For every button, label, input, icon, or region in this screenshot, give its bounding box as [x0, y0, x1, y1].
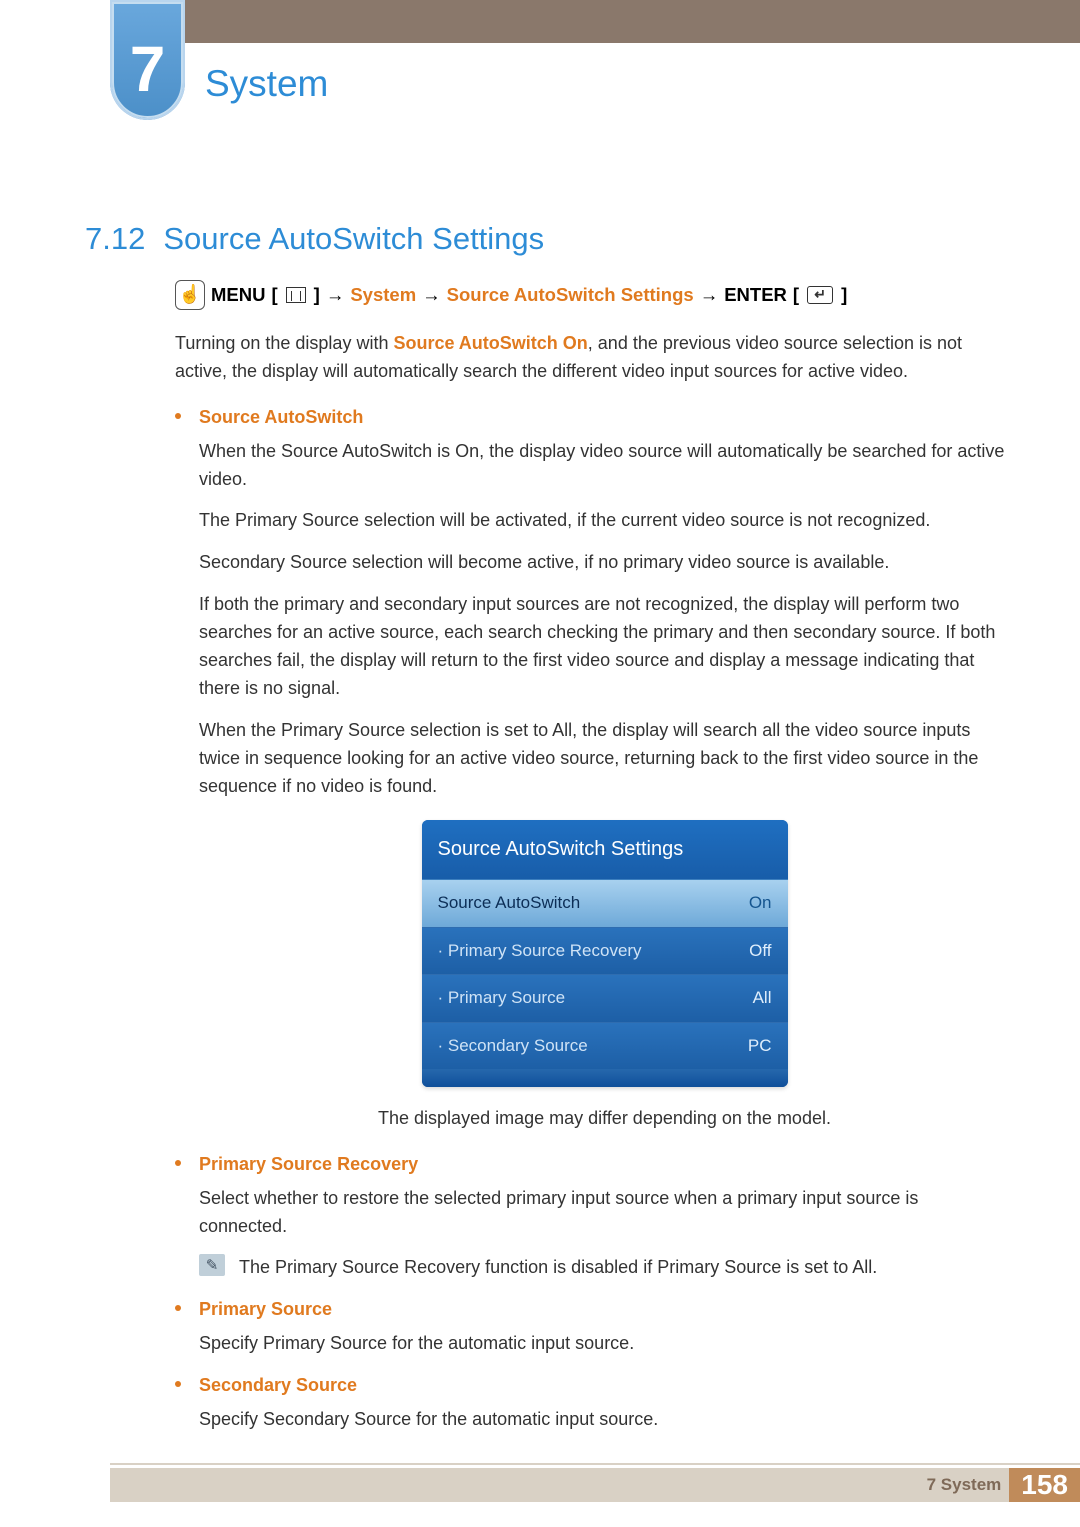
osd-row-primary-recovery[interactable]: Primary Source Recovery Off — [422, 927, 788, 974]
enter-icon: ↵ — [807, 286, 833, 304]
footer: 7 System 158 — [110, 1463, 1080, 1502]
bullet-primary-recovery: Primary Source Recovery Select whether t… — [175, 1151, 1010, 1283]
osd-title: Source AutoSwitch Settings — [422, 820, 788, 880]
intro-paragraph: Turning on the display with Source AutoS… — [175, 330, 1010, 386]
chapter-tab: 7 — [110, 0, 185, 120]
note-icon: ✎ — [199, 1254, 225, 1276]
menu-label: MENU — [211, 281, 265, 310]
nav-system: System — [350, 281, 416, 310]
bullet-primary-source: Primary Source Specify Primary Source fo… — [175, 1296, 1010, 1358]
chapter-number: 7 — [130, 20, 166, 119]
osd-row-secondary-source[interactable]: Secondary Source PC — [422, 1022, 788, 1069]
chapter-title: System — [205, 55, 328, 112]
enter-label: ENTER — [724, 281, 787, 310]
manual-page: 7 System 7.12 Source AutoSwitch Settings … — [0, 0, 1080, 1527]
osd-row-source-autoswitch[interactable]: Source AutoSwitch On — [422, 880, 788, 926]
section-title: Source AutoSwitch Settings — [163, 221, 544, 256]
osd-panel: Source AutoSwitch Settings Source AutoSw… — [422, 820, 788, 1086]
bullet-secondary-source: Secondary Source Specify Secondary Sourc… — [175, 1372, 1010, 1434]
bullet-source-autoswitch: Source AutoSwitch When the Source AutoSw… — [175, 404, 1010, 1133]
page-number: 158 — [1009, 1468, 1080, 1502]
section-number: 7.12 — [85, 221, 145, 256]
note: ✎ The Primary Source Recovery function i… — [199, 1254, 1010, 1282]
menu-path: ☝ MENU [] → System → Source AutoSwitch S… — [175, 280, 1010, 310]
osd-caption: The displayed image may differ depending… — [199, 1105, 1010, 1133]
footer-chapter: 7 System — [927, 1472, 1002, 1498]
content-area: ☝ MENU [] → System → Source AutoSwitch S… — [175, 280, 1010, 1448]
hand-icon: ☝ — [175, 280, 205, 310]
section-heading: 7.12 Source AutoSwitch Settings — [85, 215, 544, 263]
menu-icon — [286, 287, 306, 303]
nav-settings: Source AutoSwitch Settings — [447, 281, 694, 310]
top-bar — [110, 0, 1080, 43]
osd-row-primary-source[interactable]: Primary Source All — [422, 974, 788, 1021]
